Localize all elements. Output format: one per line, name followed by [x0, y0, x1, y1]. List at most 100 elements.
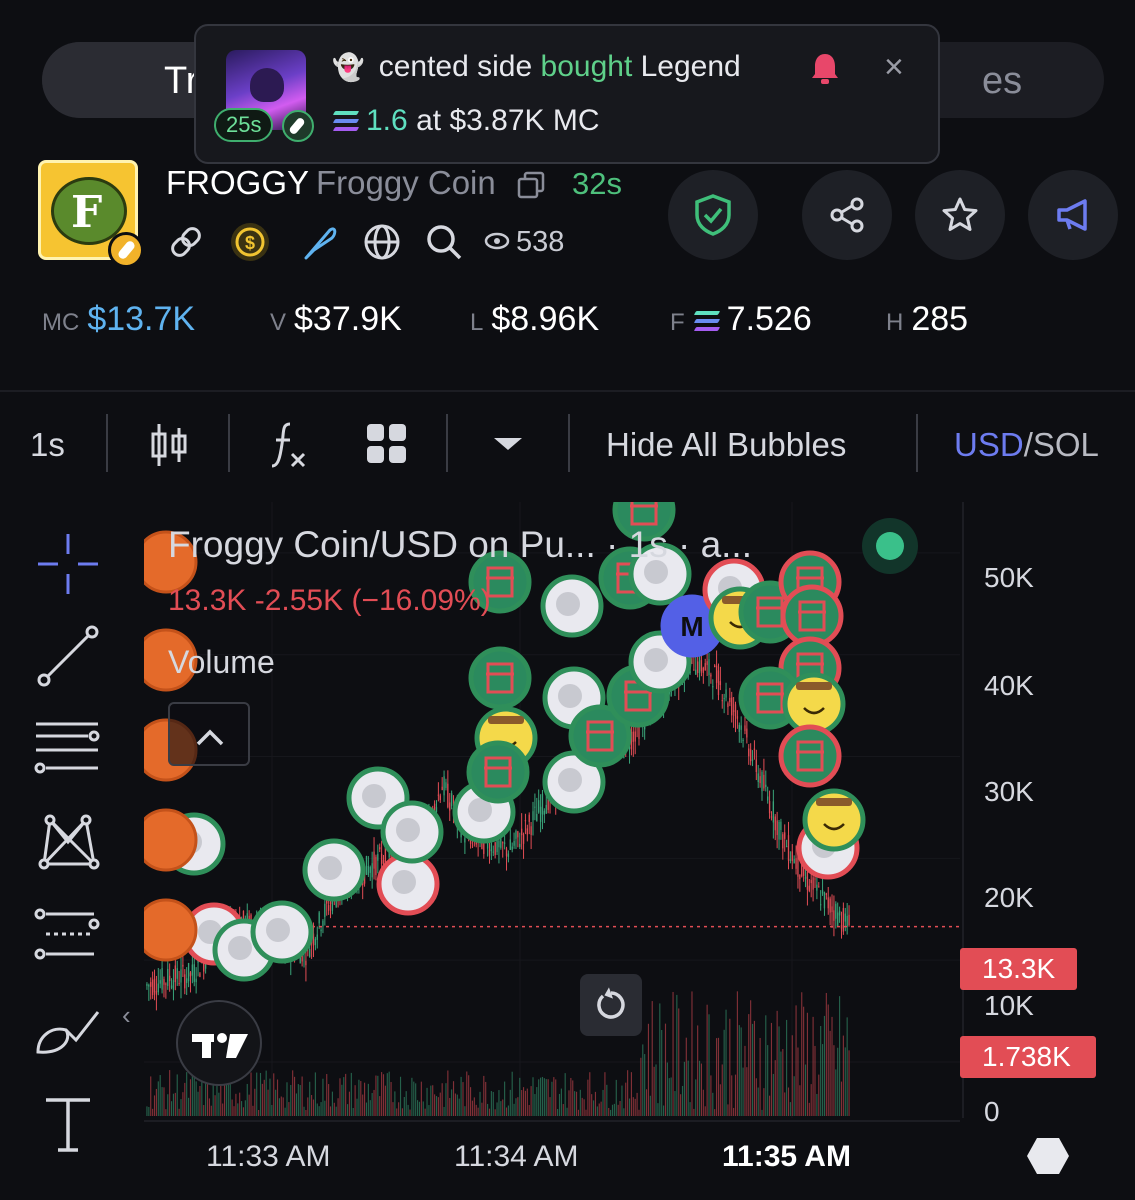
- candle: [193, 964, 195, 982]
- hide-bubbles-button[interactable]: Hide All Bubbles: [606, 400, 846, 490]
- candle: [530, 826, 532, 835]
- volume-bar: [693, 1108, 695, 1116]
- interval-selector[interactable]: 1s: [30, 400, 65, 490]
- toolbar-divider: [568, 414, 570, 472]
- search-icon[interactable]: [424, 222, 464, 262]
- volume-bar: [689, 1102, 691, 1116]
- volume-bar: [846, 1017, 848, 1116]
- candle: [305, 960, 307, 966]
- candle: [170, 985, 173, 988]
- volume-bar: [432, 1085, 434, 1116]
- currency-sol[interactable]: SOL: [1033, 426, 1099, 464]
- volume-bar: [564, 1073, 566, 1116]
- tab-label-right[interactable]: es: [982, 60, 1022, 103]
- volume-bar: [797, 1047, 799, 1116]
- volume-bar: [759, 1037, 761, 1116]
- pattern-tool-icon[interactable]: [32, 806, 104, 878]
- volume-bar: [700, 1063, 703, 1116]
- promote-button[interactable]: [1028, 170, 1118, 260]
- text-tool-icon[interactable]: [32, 1088, 104, 1160]
- volume-bar: [292, 1070, 294, 1116]
- candle: [818, 886, 820, 888]
- volume-bar: [638, 1109, 640, 1116]
- time-axis[interactable]: 11:33 AM 11:34 AM 11:35 AM: [144, 1120, 960, 1200]
- layout-grid-icon[interactable]: [366, 422, 408, 466]
- volume-bar: [426, 1087, 428, 1116]
- dollar-coin-icon[interactable]: $: [230, 222, 270, 262]
- stat-value: $8.96K: [491, 300, 600, 338]
- trendline-tool-icon[interactable]: [32, 620, 104, 692]
- volume-bar: [161, 1087, 163, 1116]
- candle: [791, 851, 793, 861]
- tradingview-logo[interactable]: [176, 1000, 262, 1086]
- reset-chart-button[interactable]: [580, 974, 642, 1036]
- collapse-legend-button[interactable]: [168, 702, 250, 766]
- volume-bar: [301, 1076, 303, 1116]
- candlestick-type-icon[interactable]: [150, 422, 188, 468]
- volume-bar: [714, 1109, 716, 1116]
- security-button[interactable]: [668, 170, 758, 260]
- candle: [810, 879, 812, 884]
- candle: [186, 978, 188, 983]
- volume-bar: [275, 1089, 277, 1116]
- traded-token[interactable]: Legend: [641, 50, 741, 83]
- crosshair-tool-icon[interactable]: [32, 528, 104, 600]
- candle: [167, 968, 169, 987]
- volume-bar: [267, 1089, 269, 1116]
- time-axis-label: 11:35 AM: [722, 1140, 851, 1173]
- chart-settings-icon[interactable]: [1026, 1136, 1070, 1176]
- volume-bar: [403, 1096, 405, 1116]
- volume-bar: [733, 1107, 735, 1116]
- currency-toggle[interactable]: USD / SOL: [954, 400, 1099, 490]
- volume-bar: [396, 1108, 398, 1116]
- candle: [789, 859, 792, 861]
- volume-bar: [167, 1094, 169, 1116]
- volume-bar: [437, 1097, 439, 1116]
- volume-bar: [513, 1103, 515, 1116]
- brush-tool-icon[interactable]: [32, 996, 104, 1068]
- close-icon[interactable]: ×: [884, 48, 904, 87]
- link-icon[interactable]: [166, 222, 206, 262]
- volume-bar: [464, 1106, 466, 1116]
- copy-icon[interactable]: [516, 170, 546, 200]
- chevron-down-icon[interactable]: [492, 436, 524, 452]
- volume-bar: [844, 1047, 846, 1116]
- volume-bar: [670, 1077, 672, 1116]
- volume-bar: [661, 1029, 663, 1116]
- volume-bar: [532, 1077, 534, 1116]
- at-text: at: [416, 104, 442, 137]
- volume-bar: [386, 1073, 388, 1116]
- price-axis-label: 30K: [984, 776, 1034, 807]
- horizontal-lines-tool-icon[interactable]: [32, 710, 104, 782]
- toolbar-divider: [106, 414, 108, 472]
- candle: [821, 890, 824, 894]
- trader-name[interactable]: cented side: [379, 50, 532, 83]
- volume-bar: [598, 1103, 600, 1116]
- volume-bar: [585, 1109, 587, 1116]
- volume-bar: [755, 1078, 757, 1116]
- volume-bar: [441, 1083, 443, 1116]
- candle: [784, 832, 786, 839]
- volume-bar: [169, 1070, 171, 1116]
- trade-notification[interactable]: 25s 👻 cented side bought Legend 1.6 at $…: [194, 24, 940, 164]
- volume-bar: [776, 1010, 778, 1116]
- bell-icon[interactable]: [810, 52, 840, 86]
- token-age: 32s: [572, 166, 622, 201]
- currency-usd[interactable]: USD: [954, 426, 1024, 464]
- price-axis[interactable]: 50K 40K 30K 20K 10K 0: [962, 502, 1135, 1127]
- globe-icon[interactable]: [362, 222, 402, 262]
- indicators-icon[interactable]: [268, 420, 308, 470]
- share-button[interactable]: [802, 170, 892, 260]
- volume-bar: [384, 1085, 386, 1116]
- volume-bar: [818, 1074, 820, 1116]
- scroll-left-icon[interactable]: ‹: [122, 1000, 131, 1031]
- volume-bar: [504, 1081, 506, 1116]
- volume-bar: [415, 1083, 417, 1116]
- volume-bar: [562, 1104, 564, 1116]
- volume-bar: [328, 1084, 330, 1116]
- volume-bar: [517, 1097, 519, 1116]
- volume-bar: [604, 1072, 606, 1116]
- favorite-button[interactable]: [915, 170, 1005, 260]
- feather-icon[interactable]: [300, 222, 340, 262]
- fib-tool-icon[interactable]: [32, 900, 104, 972]
